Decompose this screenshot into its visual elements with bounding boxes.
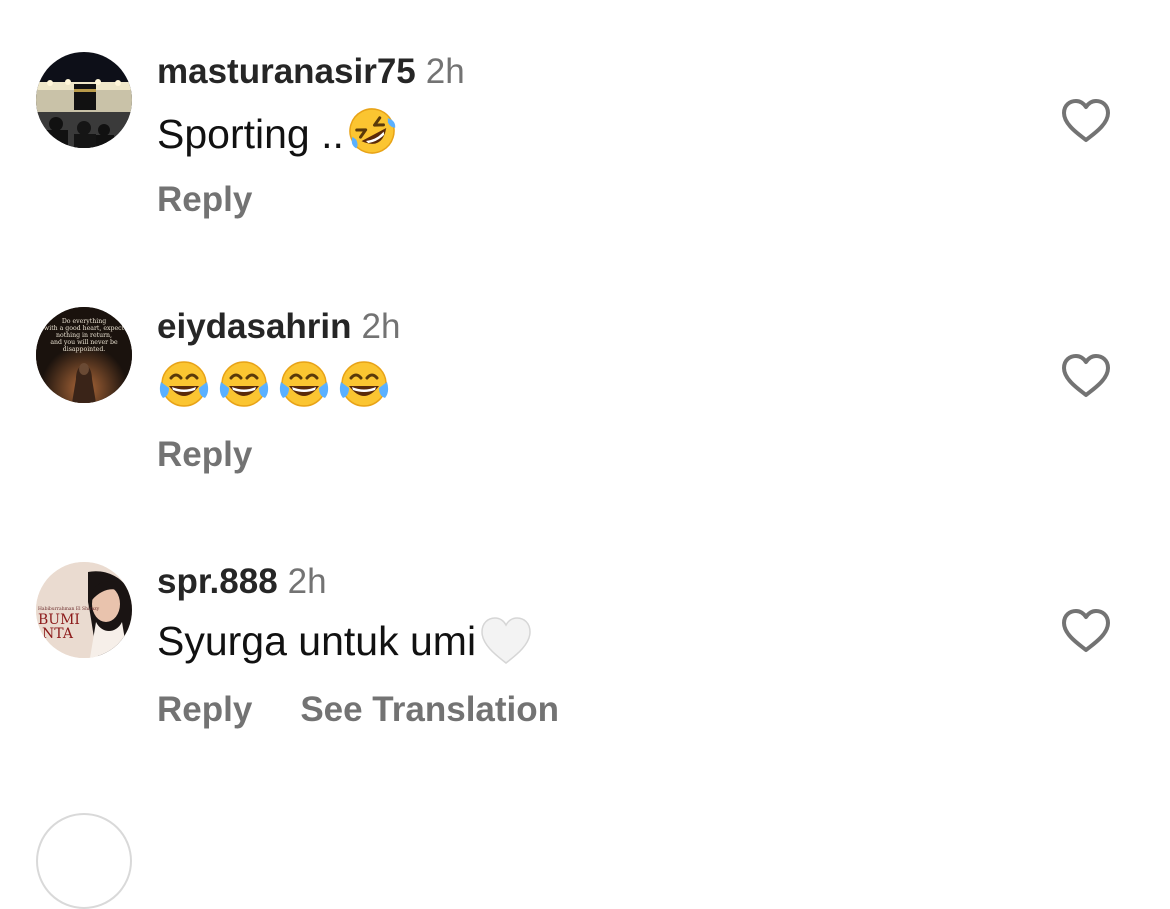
avatar-quote-line: with a good heart, expect [44, 325, 125, 332]
white-heart-icon [478, 615, 534, 679]
emoji-row [157, 361, 397, 421]
heart-outline-icon [1062, 354, 1110, 397]
avatar-quote-line: and you will never be [50, 339, 118, 346]
heart-outline-icon [1062, 609, 1110, 652]
comment-time: 2h [425, 52, 465, 91]
comment-username[interactable]: spr.888 [157, 562, 278, 601]
avatar-quote-line: disappointed. [63, 346, 106, 353]
comment-text-row [157, 358, 397, 424]
comment-item: Habiburrahman El Shirazy BUMI NTA spr.88… [0, 510, 1170, 760]
see-translation-button[interactable]: See Translation [300, 690, 559, 729]
avatar-quote-line: nothing in return, [56, 332, 112, 339]
like-button[interactable] [1060, 353, 1112, 399]
tears-of-joy-icon [337, 358, 391, 424]
comment-time: 2h [361, 307, 401, 346]
kaaba-night-avatar-icon [36, 52, 132, 148]
avatar[interactable]: Do everything with a good heart, expect … [36, 307, 132, 403]
tears-of-joy-icon [157, 358, 211, 424]
reply-button[interactable]: Reply [157, 435, 252, 474]
heart-outline-icon [1062, 99, 1110, 142]
comment-actions: Reply [157, 180, 252, 220]
tears-of-joy-icon [217, 358, 271, 424]
comment-text: Sporting .. [157, 111, 344, 157]
comment-actions: Reply See Translation [157, 690, 559, 730]
comment-item: masturanasir75 2h Sporting .. Reply [0, 0, 1170, 250]
comment-meta: spr.888 2h [157, 562, 327, 602]
avatar[interactable] [36, 813, 132, 909]
comment-meta: eiydasahrin 2h [157, 307, 400, 347]
comment-username[interactable]: eiydasahrin [157, 307, 352, 346]
like-button[interactable] [1060, 608, 1112, 654]
comment-meta: masturanasir75 2h [157, 52, 465, 92]
tears-of-joy-icon [277, 358, 331, 424]
comment-item: Do everything with a good heart, expect … [0, 255, 1170, 505]
comment-actions: Reply [157, 435, 252, 475]
comment-username[interactable]: masturanasir75 [157, 52, 416, 91]
comment-text-row: Syurga untuk umi [157, 615, 534, 679]
comment-text-row: Sporting .. [157, 105, 398, 169]
reply-button[interactable]: Reply [157, 180, 252, 219]
avatar-cover-text: NTA [42, 626, 74, 642]
rolling-on-floor-laughing-icon [346, 105, 398, 169]
reply-button[interactable]: Reply [157, 690, 252, 729]
book-cover-avatar-icon: Habiburrahman El Shirazy BUMI NTA [36, 562, 132, 658]
avatar[interactable] [36, 52, 132, 148]
avatar[interactable]: Habiburrahman El Shirazy BUMI NTA [36, 562, 132, 658]
avatar-quote-line: Do everything [62, 318, 106, 325]
quote-poster-avatar-icon: Do everything with a good heart, expect … [36, 307, 132, 403]
comment-text: Syurga untuk umi [157, 618, 477, 664]
comment-time: 2h [287, 562, 327, 601]
like-button[interactable] [1060, 98, 1112, 144]
